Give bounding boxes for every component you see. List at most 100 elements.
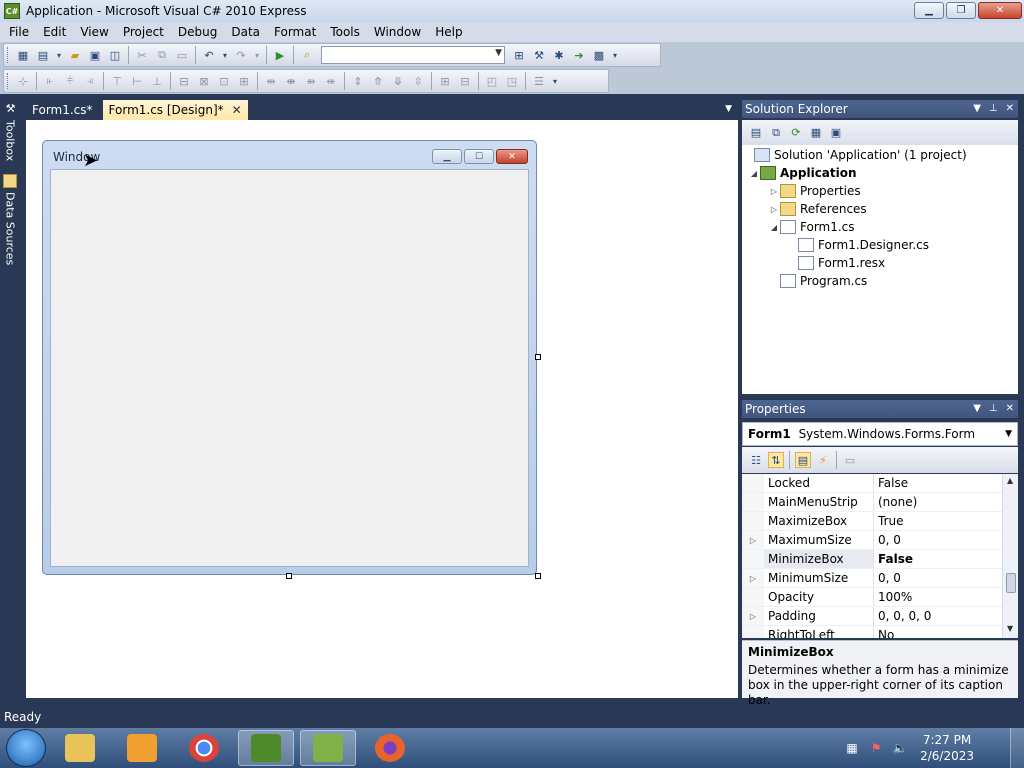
tree-item-form1-cs[interactable]: ◢ Form1.cs bbox=[768, 218, 855, 236]
tree-item-properties[interactable]: ▷ Properties bbox=[768, 182, 861, 200]
scroll-up-icon[interactable]: ▲ bbox=[1007, 476, 1013, 485]
resize-handle-bottom[interactable] bbox=[286, 573, 292, 579]
horizontal-spacing-remove-icon[interactable]: ⇺ bbox=[323, 73, 339, 89]
tree-item-application[interactable]: ◢ Application bbox=[748, 164, 857, 182]
menu-window[interactable]: Window bbox=[367, 22, 428, 42]
save-icon[interactable]: ▣ bbox=[87, 47, 103, 63]
property-row[interactable]: Locked False bbox=[742, 474, 1002, 493]
menu-tools[interactable]: Tools bbox=[323, 22, 367, 42]
close-panel-icon[interactable]: ✕ bbox=[1006, 400, 1014, 418]
vertical-spacing-equal-icon[interactable]: ⇕ bbox=[350, 73, 366, 89]
chevron-down-icon[interactable]: ▼ bbox=[495, 48, 502, 58]
network-icon[interactable]: ▦ bbox=[844, 740, 860, 756]
volume-icon[interactable]: 🔈 bbox=[892, 740, 908, 756]
vertical-spacing-remove-icon[interactable]: ⇳ bbox=[410, 73, 426, 89]
menu-debug[interactable]: Debug bbox=[171, 22, 224, 42]
window-position-icon[interactable]: ▼ bbox=[973, 100, 981, 118]
save-all-icon[interactable]: ◫ bbox=[107, 47, 123, 63]
property-row[interactable]: MainMenuStrip (none) bbox=[742, 493, 1002, 512]
property-value[interactable]: 0, 0 bbox=[874, 531, 901, 549]
tab-form1-cs[interactable]: Form1.cs* bbox=[26, 100, 99, 120]
property-pages-icon[interactable]: ▭ bbox=[842, 452, 858, 468]
taskbar-visual-csharp[interactable] bbox=[238, 730, 294, 766]
toolbar-options-icon[interactable]: ▾ bbox=[611, 47, 619, 63]
property-row[interactable]: ▷ MinimumSize 0, 0 bbox=[742, 569, 1002, 588]
form-client-area[interactable] bbox=[50, 169, 529, 567]
undo-icon[interactable]: ↶ bbox=[201, 47, 217, 63]
maximize-button[interactable]: ❐ bbox=[946, 2, 976, 19]
property-row[interactable]: MaximizeBox True bbox=[742, 512, 1002, 531]
tree-item-program-cs[interactable]: Program.cs bbox=[780, 272, 867, 290]
expand-icon[interactable]: ▷ bbox=[742, 607, 764, 625]
vertical-spacing-decrease-icon[interactable]: ⤋ bbox=[390, 73, 406, 89]
send-to-back-icon[interactable]: ◳ bbox=[504, 73, 520, 89]
menu-view[interactable]: View bbox=[73, 22, 115, 42]
form1-designer[interactable]: Window ▁ ☐ ✕ bbox=[42, 140, 537, 575]
menu-help[interactable]: Help bbox=[428, 22, 469, 42]
alphabetical-icon[interactable]: ⇅ bbox=[768, 452, 784, 468]
open-file-icon[interactable]: ▰ bbox=[67, 47, 83, 63]
align-bottoms-icon[interactable]: ⊥ bbox=[149, 73, 165, 89]
close-tab-icon[interactable]: ✕ bbox=[232, 100, 242, 120]
tab-order-icon[interactable]: ☰ bbox=[531, 73, 547, 89]
tree-item-form1-resx[interactable]: Form1.resx bbox=[798, 254, 885, 272]
property-value[interactable]: 0, 0 bbox=[874, 569, 901, 587]
property-row[interactable]: ▷ MaximumSize 0, 0 bbox=[742, 531, 1002, 550]
taskbar-explorer[interactable] bbox=[52, 730, 108, 766]
data-sources-tab[interactable]: Data Sources bbox=[2, 174, 18, 265]
clock[interactable]: 7:27 PM 2/6/2023 bbox=[920, 732, 974, 764]
align-centers-icon[interactable]: ⫩ bbox=[62, 73, 78, 89]
align-tops-icon[interactable]: ⊤ bbox=[109, 73, 125, 89]
expand-icon[interactable]: ▷ bbox=[742, 569, 764, 587]
make-same-size-icon[interactable]: ⊡ bbox=[216, 73, 232, 89]
toolbar-options-icon[interactable]: ▾ bbox=[551, 73, 559, 89]
vertical-spacing-increase-icon[interactable]: ⤊ bbox=[370, 73, 386, 89]
solution-explorer-icon[interactable]: ⊞ bbox=[511, 47, 527, 63]
view-designer-icon[interactable]: ▣ bbox=[828, 125, 844, 141]
collapse-icon[interactable]: ◢ bbox=[748, 169, 760, 178]
menu-format[interactable]: Format bbox=[267, 22, 323, 42]
property-value[interactable]: (none) bbox=[874, 493, 917, 511]
toolbox-icon[interactable]: ▩ bbox=[591, 47, 607, 63]
start-button-icon[interactable] bbox=[6, 729, 46, 767]
add-item-icon[interactable]: ▤ bbox=[35, 47, 51, 63]
property-value[interactable]: True bbox=[874, 512, 904, 530]
tab-form1-design[interactable]: Form1.cs [Design]* ✕ bbox=[102, 100, 248, 120]
object-browser-icon[interactable]: ✱ bbox=[551, 47, 567, 63]
object-selector[interactable]: Form1 System.Windows.Forms.Form ▼ bbox=[742, 422, 1018, 446]
property-value[interactable]: No bbox=[874, 626, 894, 638]
horizontal-spacing-equal-icon[interactable]: ⇹ bbox=[263, 73, 279, 89]
menu-data[interactable]: Data bbox=[224, 22, 267, 42]
refresh-icon[interactable]: ⟳ bbox=[788, 125, 804, 141]
property-grid-scrollbar[interactable]: ▲ ▼ bbox=[1002, 474, 1018, 638]
active-files-dropdown-icon[interactable]: ▼ bbox=[725, 104, 732, 114]
make-same-height-icon[interactable]: ⊠ bbox=[196, 73, 212, 89]
toolbar-grip[interactable] bbox=[7, 47, 10, 63]
find-combo[interactable]: ▼ bbox=[321, 46, 505, 64]
close-panel-icon[interactable]: ✕ bbox=[1006, 100, 1014, 118]
property-row-selected[interactable]: MinimizeBox False bbox=[742, 550, 1002, 569]
tree-item-references[interactable]: ▷ References bbox=[768, 200, 867, 218]
window-position-icon[interactable]: ▼ bbox=[973, 400, 981, 418]
property-value[interactable]: 100% bbox=[874, 588, 912, 606]
chevron-down-icon[interactable]: ▼ bbox=[1005, 423, 1012, 445]
property-value[interactable]: False bbox=[874, 474, 908, 492]
property-value[interactable]: False bbox=[874, 550, 913, 568]
property-row[interactable]: RightToLeft No bbox=[742, 626, 1002, 638]
taskbar-chrome[interactable] bbox=[176, 730, 232, 766]
minimize-button[interactable]: ▁ bbox=[914, 2, 944, 19]
scrollbar-thumb[interactable] bbox=[1006, 573, 1016, 593]
center-vertically-icon[interactable]: ⊟ bbox=[457, 73, 473, 89]
redo-dropdown-icon[interactable]: ▾ bbox=[253, 47, 261, 63]
taskbar-media-player[interactable] bbox=[114, 730, 170, 766]
align-lefts-icon[interactable]: ⫦ bbox=[42, 73, 58, 89]
align-middles-icon[interactable]: ⊢ bbox=[129, 73, 145, 89]
collapse-icon[interactable]: ◢ bbox=[768, 223, 780, 232]
find-in-files-icon[interactable]: ⌕ bbox=[299, 47, 315, 63]
taskbar-firefox[interactable] bbox=[362, 730, 418, 766]
properties-window-icon[interactable]: ⚒ bbox=[531, 47, 547, 63]
show-desktop-button[interactable] bbox=[1010, 728, 1024, 768]
cut-icon[interactable]: ✂ bbox=[134, 47, 150, 63]
start-page-icon[interactable]: ➔ bbox=[571, 47, 587, 63]
start-debugging-icon[interactable]: ▶ bbox=[272, 47, 288, 63]
